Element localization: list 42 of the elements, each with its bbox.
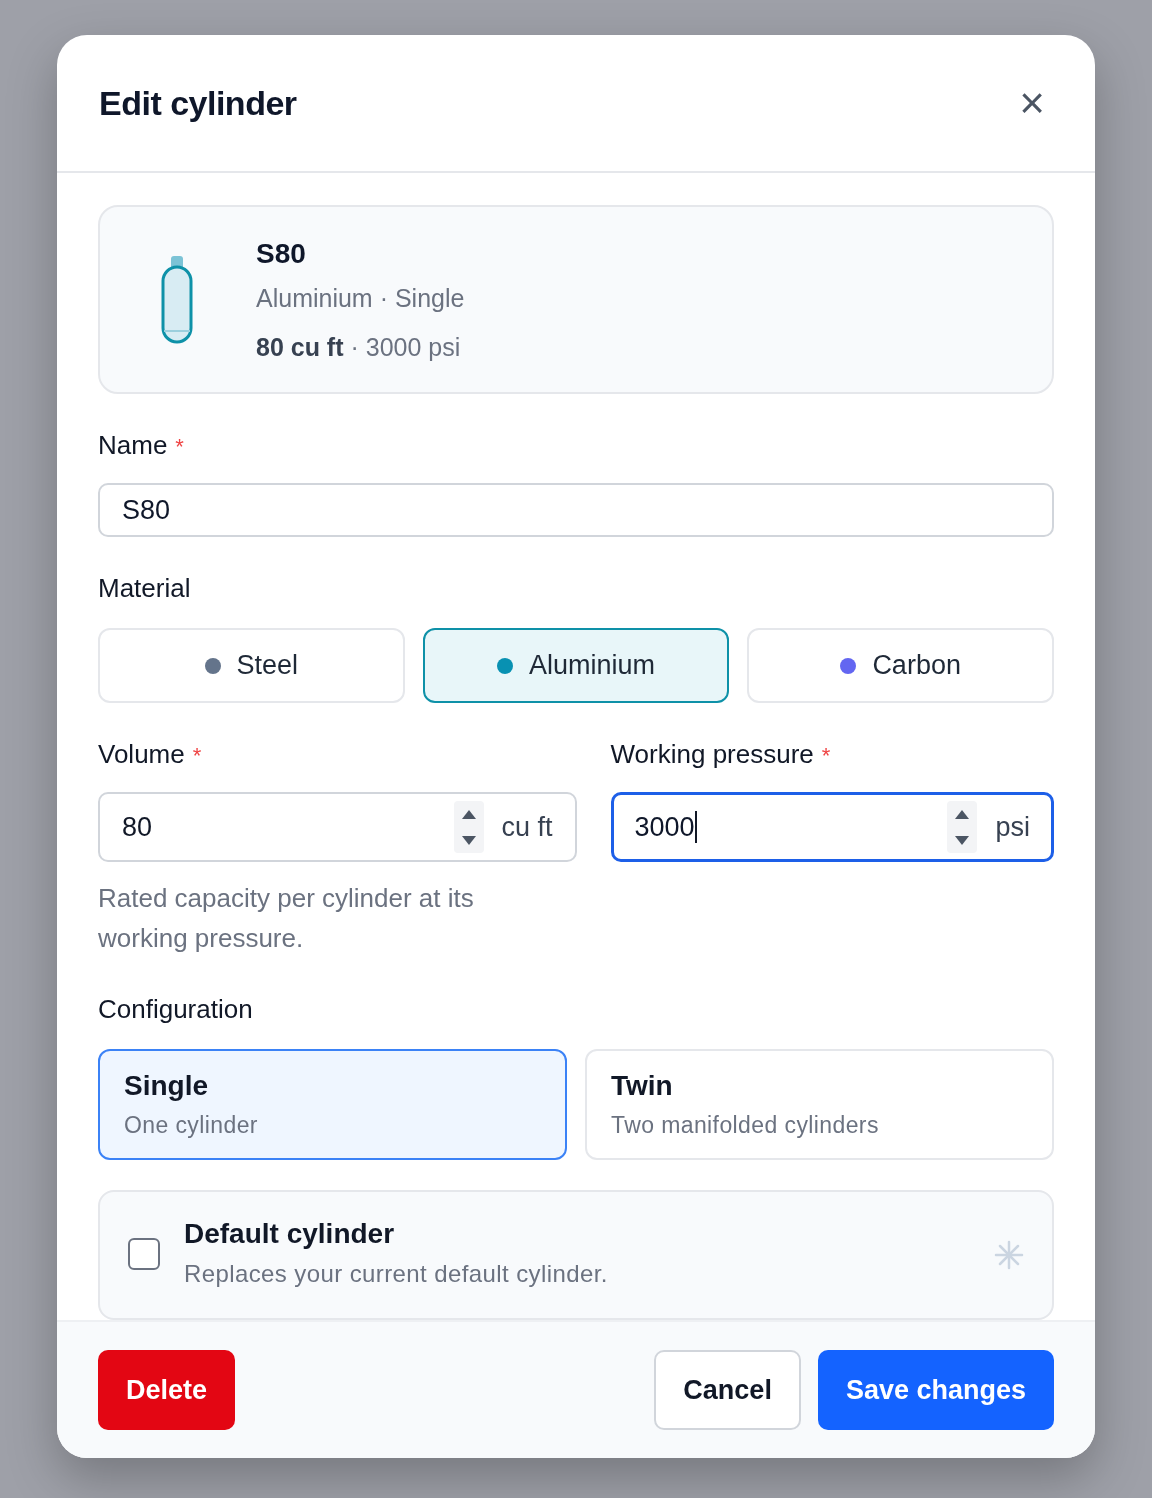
material-option[interactable]: Steel: [98, 628, 405, 703]
text-cursor: [694, 811, 697, 843]
checkbox[interactable]: [128, 1238, 160, 1270]
name-field[interactable]: S80: [98, 483, 1054, 537]
stepper-control[interactable]: [453, 801, 484, 853]
required-mark: *: [821, 743, 831, 769]
field-label: Volume: [98, 739, 185, 770]
cylinder-type: Aluminium · Single: [256, 283, 465, 313]
material-option[interactable]: Carbon: [747, 628, 1054, 703]
down-arrow-icon[interactable]: [955, 835, 970, 845]
unit-label: cu ft: [501, 811, 553, 843]
save-button[interactable]: Save changes: [817, 1350, 1054, 1430]
field-label: Working pressure: [610, 739, 814, 770]
dialog-title: Edit cylinder: [99, 83, 297, 123]
cylinder-icon: [160, 254, 194, 345]
help-text: Rated capacity per cylinder at its working pressure.: [98, 882, 475, 955]
configuration-option[interactable]: Twin Two manifolded cylinders: [585, 1049, 1054, 1160]
unit-label: psi: [995, 811, 1030, 843]
configuration-option[interactable]: Single One cylinder: [98, 1049, 567, 1160]
field-label: Material: [98, 573, 191, 604]
field-label: Configuration: [98, 994, 253, 1025]
required-mark: *: [175, 434, 184, 460]
cylinder-name: S80: [256, 237, 307, 270]
required-mark: *: [192, 743, 202, 769]
down-arrow-icon[interactable]: [461, 835, 476, 845]
cylinder-specs: 80 cu ft · 3000 psi: [256, 332, 462, 362]
field-label: Name: [98, 430, 168, 461]
field-value: 3000: [634, 811, 695, 843]
number-field[interactable]: 80 cu ft: [98, 792, 577, 862]
up-arrow-icon[interactable]: [461, 809, 476, 819]
sparkle-icon: [994, 1240, 1024, 1270]
material-option[interactable]: Aluminium: [422, 628, 730, 703]
close-button[interactable]: ×: [1011, 81, 1053, 125]
option-title: Default cylinder: [184, 1218, 396, 1250]
field-value: S80: [122, 494, 171, 526]
cancel-button[interactable]: Cancel: [654, 1350, 801, 1430]
field-value: 80: [122, 811, 454, 843]
up-arrow-icon[interactable]: [955, 809, 970, 819]
delete-button[interactable]: Delete: [98, 1350, 236, 1430]
option-description: Replaces your current default cylinder.: [184, 1260, 609, 1288]
number-field[interactable]: 3000 psi: [610, 792, 1054, 862]
stepper-control[interactable]: [947, 801, 978, 853]
